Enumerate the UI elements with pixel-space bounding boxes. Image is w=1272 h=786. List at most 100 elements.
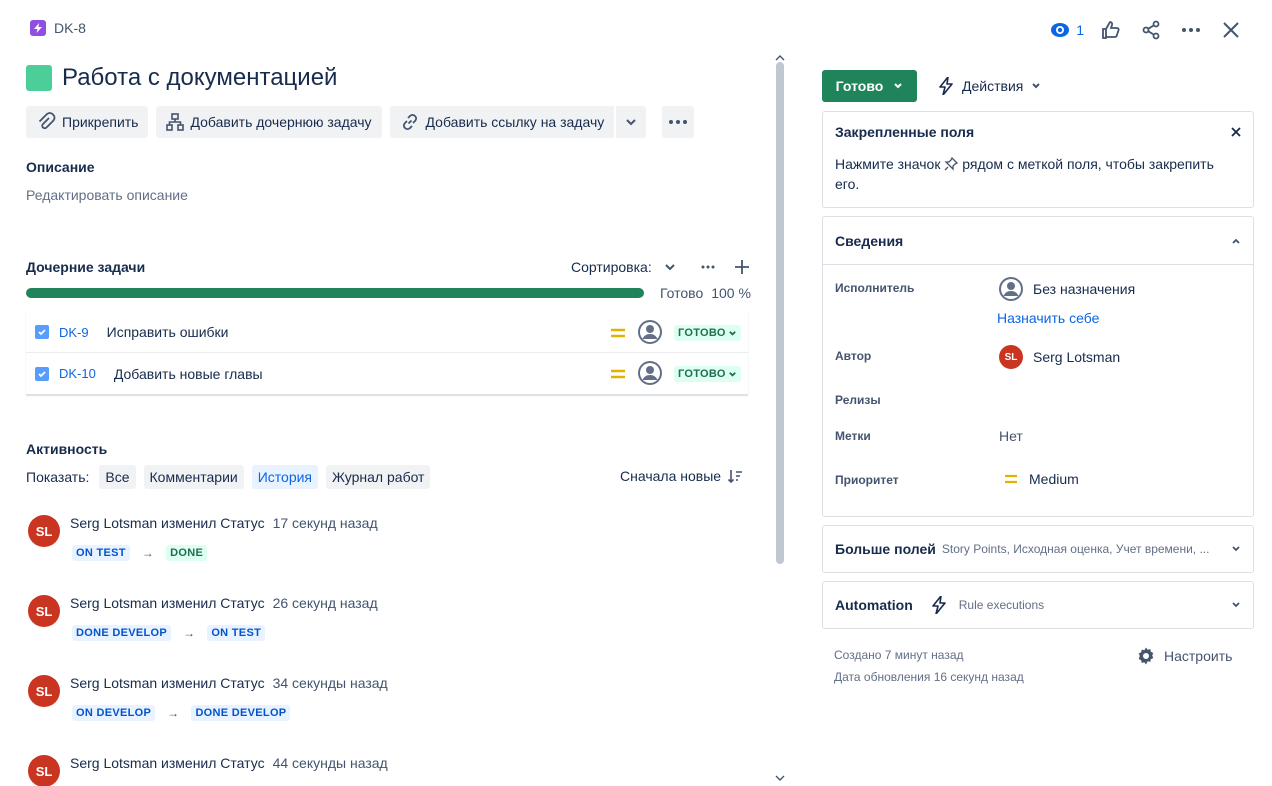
filter-all[interactable]: Все	[99, 465, 136, 489]
chevron-up-icon	[1232, 238, 1240, 244]
description-heading: Описание	[26, 159, 95, 175]
activity-time: 17 секунд назад	[272, 515, 378, 531]
assignee-label: Исполнитель	[835, 281, 915, 295]
like-button[interactable]	[1098, 17, 1124, 43]
close-button[interactable]	[1218, 17, 1244, 43]
labels-value[interactable]: Нет	[999, 428, 1023, 444]
avatar[interactable]: SL	[28, 755, 60, 786]
priority-medium-icon	[610, 325, 626, 341]
automation-panel[interactable]: Automation Rule executions	[822, 581, 1254, 629]
page-title[interactable]: Работа с документацией	[62, 64, 337, 92]
chevron-down-icon	[728, 371, 736, 377]
priority-field[interactable]: Medium	[1003, 471, 1079, 487]
close-pinned-button[interactable]	[1231, 127, 1241, 137]
activity-entry: SL Serg Lotsman изменил Статус 17 секунд …	[28, 515, 378, 561]
reporter-field[interactable]: SL Serg Lotsman	[999, 345, 1120, 369]
more-fields-heading: Больше полей	[835, 541, 936, 557]
releases-label: Релизы	[835, 393, 881, 407]
status-dropdown-button[interactable]: Готово	[822, 70, 917, 102]
assignee-field[interactable]: Без назначения	[999, 277, 1135, 301]
status-to: DONE DEVELOP	[191, 705, 291, 721]
child-issues-progress-bar	[26, 288, 644, 298]
unassigned-avatar-icon	[999, 277, 1023, 301]
automation-heading: Automation	[835, 597, 913, 613]
scroll-up-icon[interactable]	[774, 54, 786, 62]
sort-descending-icon	[727, 470, 743, 484]
activity-text: Serg Lotsman изменил Статус	[70, 595, 265, 611]
child-issue-key[interactable]: DK-10	[59, 366, 96, 381]
child-status-label: ГОТОВО	[678, 327, 726, 339]
pinned-fields-panel: Закрепленные поля Нажмите значок рядом с…	[822, 111, 1254, 208]
share-button[interactable]	[1138, 17, 1164, 43]
attach-button[interactable]: Прикрепить	[26, 106, 149, 138]
activity-text: Serg Lotsman изменил Статус	[70, 755, 265, 771]
actions-dropdown-button[interactable]: Действия	[930, 70, 1049, 102]
updated-timestamp: Дата обновления 16 секунд назад	[834, 670, 1024, 684]
activity-entry: SL Serg Lotsman изменил Статус 26 секунд …	[28, 595, 378, 641]
child-issues-more-button[interactable]	[700, 259, 716, 275]
scroll-down-icon[interactable]	[774, 774, 786, 782]
progress-label: Готово	[660, 285, 704, 301]
sort-label: Сортировка:	[571, 259, 652, 275]
priority-medium-icon	[610, 366, 626, 382]
close-icon	[1231, 127, 1241, 137]
reporter-label: Автор	[835, 349, 872, 363]
details-heading: Сведения	[835, 232, 904, 249]
configure-button[interactable]: Настроить	[1136, 646, 1232, 666]
filter-comments[interactable]: Комментарии	[143, 465, 244, 489]
sort-dropdown[interactable]: Сортировка:	[571, 259, 676, 275]
child-issue-row[interactable]: DK-9 Исправить ошибки ГОТОВО	[26, 312, 748, 353]
add-link-label: Добавить ссылку на задачу	[425, 114, 605, 130]
add-link-button[interactable]: Добавить ссылку на задачу	[389, 106, 617, 138]
more-icon	[1182, 28, 1200, 32]
top-actions: 1	[1050, 16, 1244, 44]
issue-key-link[interactable]: DK-8	[54, 20, 86, 36]
filter-worklog[interactable]: Журнал работ	[326, 465, 431, 489]
avatar[interactable]: SL	[28, 675, 60, 707]
child-status-dropdown[interactable]: ГОТОВО	[674, 366, 741, 382]
avatar[interactable]: SL	[28, 595, 60, 627]
child-issue-summary[interactable]: Добавить новые главы	[114, 366, 263, 382]
unassigned-avatar-icon[interactable]	[638, 320, 662, 344]
pinned-fields-heading: Закрепленные поля	[835, 124, 975, 140]
toolbar-more-button[interactable]	[662, 106, 695, 138]
status-to: ON TEST	[207, 625, 266, 641]
chevron-down-icon	[1032, 83, 1041, 89]
unassigned-avatar-icon[interactable]	[638, 361, 662, 385]
more-fields-panel[interactable]: Больше полей Story Points, Исходная оцен…	[822, 525, 1254, 573]
child-issues-list: DK-9 Исправить ошибки ГОТОВО DK-10 Добав…	[26, 312, 748, 395]
avatar: SL	[999, 345, 1023, 369]
add-child-button[interactable]: Добавить дочернюю задачу	[156, 106, 382, 138]
child-issues-heading: Дочерние задачи	[26, 259, 146, 275]
add-child-issue-button[interactable]	[734, 259, 750, 275]
child-status-dropdown[interactable]: ГОТОВО	[674, 325, 741, 341]
activity-sort-button[interactable]: Сначала новые	[620, 468, 743, 484]
more-fields-summary: Story Points, Исходная оценка, Учет врем…	[941, 542, 1210, 556]
issue-toolbar: Прикрепить Добавить дочернюю задачу Доба…	[26, 106, 695, 138]
lightning-icon	[931, 596, 946, 614]
description-editor[interactable]: Редактировать описание	[26, 187, 188, 203]
activity-entry: SL Serg Lotsman изменил Статус 34 секунды…	[28, 675, 388, 721]
main-scrollbar[interactable]	[776, 62, 784, 564]
arrow-right-icon: →	[183, 626, 196, 640]
details-header[interactable]: Сведения	[823, 217, 1253, 265]
close-icon	[1223, 22, 1239, 38]
chevron-down-icon	[728, 330, 736, 336]
assignee-value: Без назначения	[1033, 281, 1136, 297]
plus-icon	[734, 260, 749, 274]
child-issue-key[interactable]: DK-9	[59, 325, 89, 340]
add-child-label: Добавить дочернюю задачу	[190, 114, 372, 130]
filter-history[interactable]: История	[251, 465, 319, 489]
more-actions-button[interactable]	[1178, 17, 1204, 43]
avatar[interactable]: SL	[28, 515, 60, 547]
link-icon	[402, 113, 417, 131]
child-issue-summary[interactable]: Исправить ошибки	[107, 324, 229, 340]
labels-label: Метки	[835, 429, 871, 443]
child-issue-row[interactable]: DK-10 Добавить новые главы ГОТОВО	[26, 353, 748, 394]
add-link-dropdown[interactable]	[616, 106, 647, 138]
status-label: Готово	[835, 78, 884, 94]
pin-icon	[944, 156, 959, 171]
watch-button[interactable]: 1	[1050, 20, 1084, 40]
priority-value: Medium	[1029, 471, 1079, 487]
assign-to-me-link[interactable]: Назначить себе	[997, 310, 1099, 326]
